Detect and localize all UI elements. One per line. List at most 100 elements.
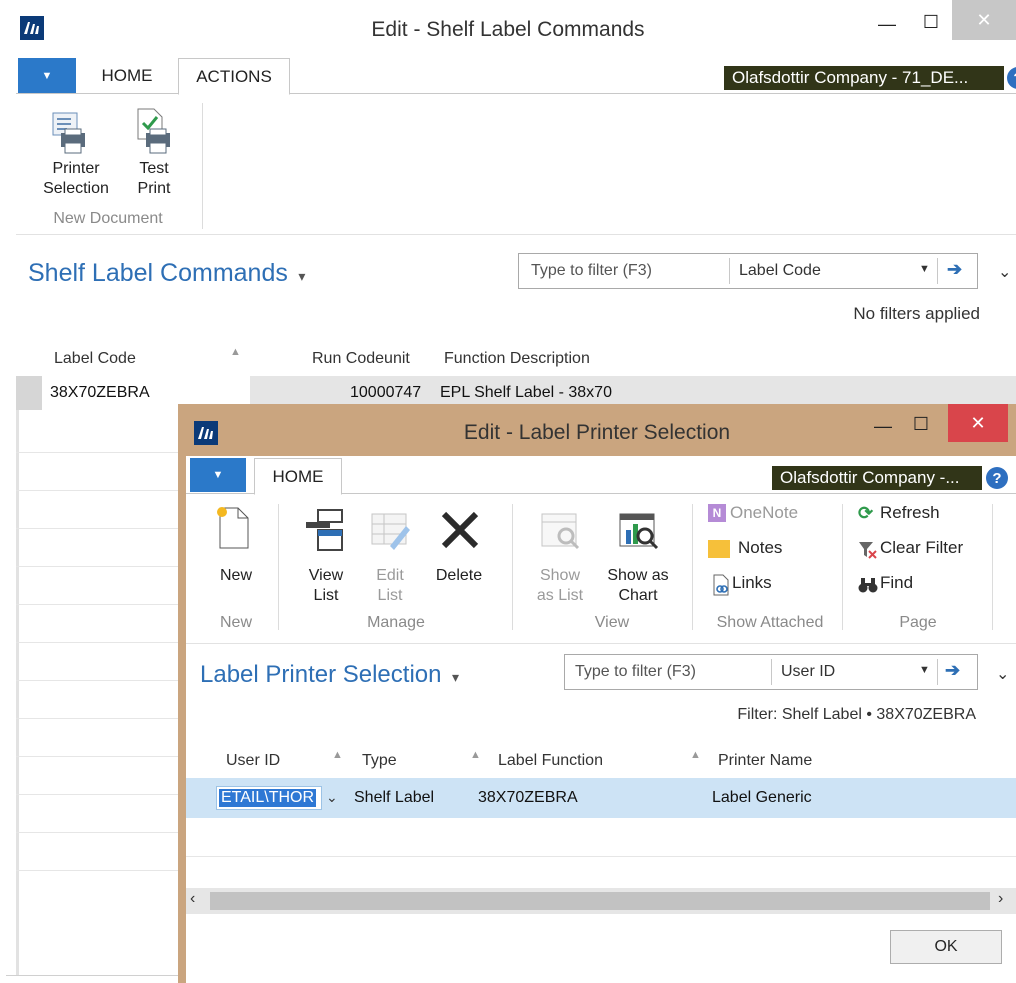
minimize-button[interactable]: — — [872, 14, 902, 35]
column-header-function-description[interactable]: Function Description — [444, 350, 590, 368]
bottom-border — [6, 975, 178, 976]
tab-home[interactable]: HOME — [88, 58, 166, 94]
grid-line — [16, 756, 178, 757]
view-list-button[interactable]: View List — [298, 500, 354, 610]
cell-user-id[interactable]: ETAIL\THOR — [219, 789, 317, 807]
notes-button[interactable]: Notes — [708, 537, 832, 563]
dialog-company-badge[interactable]: Olafsdottir Company -... — [772, 466, 982, 490]
scroll-left-icon[interactable]: ‹ — [190, 890, 195, 908]
scrollbar-thumb[interactable] — [210, 892, 990, 910]
group-label-page: Page — [899, 614, 937, 631]
test-print-label: Test Print — [137, 160, 171, 197]
links-button[interactable]: Links — [708, 572, 832, 598]
dialog-apply-filter-arrow-icon[interactable]: ➔ — [945, 660, 960, 681]
help-icon[interactable]: ? — [1007, 67, 1016, 89]
dialog-content: ▼ HOME Olafsdottir Company -... ? New Vi… — [186, 456, 1016, 983]
clear-filter-label: Clear Filter — [880, 538, 964, 557]
dialog-filter-field-select[interactable]: User ID — [781, 663, 835, 681]
cell-run-codeunit[interactable]: 10000747 — [350, 384, 421, 402]
scroll-right-icon[interactable]: › — [998, 890, 1003, 908]
filter-field-select[interactable]: Label Code — [739, 262, 821, 280]
expand-filter-chevron-icon[interactable]: ⌄ — [998, 262, 1011, 282]
cell-printer-name[interactable]: Label Generic — [712, 789, 812, 807]
edit-list-button[interactable]: Edit List — [362, 500, 418, 610]
dialog-help-icon[interactable]: ? — [986, 467, 1008, 489]
test-print-button[interactable]: Test Print — [120, 105, 176, 205]
filter-input[interactable]: Type to filter (F3) — [531, 262, 652, 280]
dialog-filter-field-chevron-icon[interactable]: ▼ — [919, 664, 930, 676]
page-title[interactable]: Shelf Label Commands ▾ — [28, 259, 305, 288]
column-header-user-id[interactable]: User ID — [226, 752, 280, 770]
refresh-button[interactable]: ⟳ Refresh — [858, 502, 988, 528]
column-header-run-codeunit[interactable]: Run Codeunit — [312, 350, 410, 368]
sort-icon: ▲ — [470, 749, 481, 761]
filter-separator-2 — [937, 258, 938, 284]
dialog-tab-home[interactable]: HOME — [254, 458, 342, 495]
sort-icon: ▲ — [690, 749, 701, 761]
column-header-label-function[interactable]: Label Function — [498, 752, 603, 770]
user-id-dropdown-chevron-icon[interactable]: ⌄ — [326, 789, 338, 806]
tab-actions[interactable]: ACTIONS — [178, 58, 290, 95]
dialog-filter-separator — [771, 659, 772, 685]
dialog-filter-info: Filter: Shelf Label • 38X70ZEBRA — [737, 706, 976, 723]
dialog-ribbon-tabs: ▼ HOME Olafsdottir Company -... ? — [186, 456, 1016, 495]
dialog-filter-box: Type to filter (F3) User ID ▼ ➔ — [564, 654, 978, 690]
dialog-expand-filter-chevron-icon[interactable]: ⌄ — [996, 664, 1009, 684]
dialog-page-title-caret-icon: ▾ — [451, 669, 459, 685]
test-print-icon — [137, 108, 170, 154]
binoculars-icon — [858, 578, 878, 593]
maximize-button[interactable]: ☐ — [916, 12, 946, 33]
onenote-button[interactable]: N OneNote — [708, 502, 832, 528]
show-as-chart-button[interactable]: Show as Chart — [600, 500, 676, 610]
cell-label-code[interactable]: 38X70ZEBRA — [50, 384, 150, 402]
clear-filter-button[interactable]: Clear Filter — [858, 537, 988, 563]
show-as-list-label: Show as List — [536, 567, 584, 604]
grid-line — [16, 680, 178, 681]
dialog-page-title[interactable]: Label Printer Selection ▾ — [200, 661, 459, 689]
group-label-show-attached: Show Attached — [716, 614, 824, 631]
user-id-editor[interactable]: ETAIL\THOR — [216, 786, 322, 810]
column-header-label-code[interactable]: Label Code — [54, 350, 136, 368]
ribbon-separator — [692, 504, 693, 630]
find-button[interactable]: Find — [858, 572, 988, 598]
edit-list-icon — [371, 513, 410, 550]
filter-field-chevron-icon[interactable]: ▼ — [919, 263, 930, 275]
column-header-type[interactable]: Type — [362, 752, 397, 770]
row-selector[interactable] — [16, 376, 42, 410]
onenote-label: OneNote — [730, 503, 799, 522]
window-title: Edit - Shelf Label Commands — [371, 18, 645, 41]
column-header-printer-name[interactable]: Printer Name — [718, 752, 812, 770]
group-label-manage: Manage — [367, 614, 425, 631]
show-as-list-button[interactable]: Show as List — [532, 500, 588, 610]
edit-list-label: Edit List — [376, 567, 404, 604]
apply-filter-arrow-icon[interactable]: ➔ — [947, 259, 962, 280]
file-menu-button[interactable]: ▼ — [18, 58, 76, 93]
cell-function-description[interactable]: EPL Shelf Label - 38x70 — [440, 384, 612, 402]
ok-button[interactable]: OK — [890, 930, 1002, 964]
dialog-file-menu-button[interactable]: ▼ — [190, 458, 246, 492]
close-button[interactable]: ✕ — [952, 0, 1016, 40]
delete-button[interactable]: Delete — [426, 500, 492, 610]
dialog-maximize-button[interactable]: ☐ — [906, 414, 936, 435]
cell-label-function[interactable]: 38X70ZEBRA — [478, 789, 578, 807]
dialog-filter-separator-2 — [937, 659, 938, 685]
dialog-filter-input[interactable]: Type to filter (F3) — [575, 663, 696, 681]
company-badge[interactable]: Olafsdottir Company - 71_DE... — [724, 66, 1004, 90]
new-button[interactable]: New — [206, 500, 266, 610]
grid-line — [16, 642, 178, 643]
dialog-minimize-button[interactable]: — — [868, 416, 898, 437]
find-label: Find — [880, 573, 914, 592]
refresh-icon: ⟳ — [858, 503, 874, 523]
cell-type[interactable]: Shelf Label — [354, 789, 434, 807]
main-ribbon: Printer Selection Test Print New Documen… — [16, 95, 1016, 235]
horizontal-scrollbar[interactable]: ‹ › — [186, 888, 1016, 914]
grid-line — [16, 870, 178, 871]
delete-label: Delete — [435, 567, 483, 584]
printer-selection-button[interactable]: Printer Selection — [34, 105, 109, 205]
ribbon-separator — [202, 103, 203, 229]
ribbon-separator — [278, 504, 279, 630]
table-row[interactable]: ETAIL\THOR ⌄ Shelf Label 38X70ZEBRA Labe… — [186, 778, 1016, 818]
grid-line — [16, 604, 178, 605]
grid-line — [16, 528, 178, 529]
dialog-close-button[interactable]: ✕ — [948, 404, 1008, 442]
